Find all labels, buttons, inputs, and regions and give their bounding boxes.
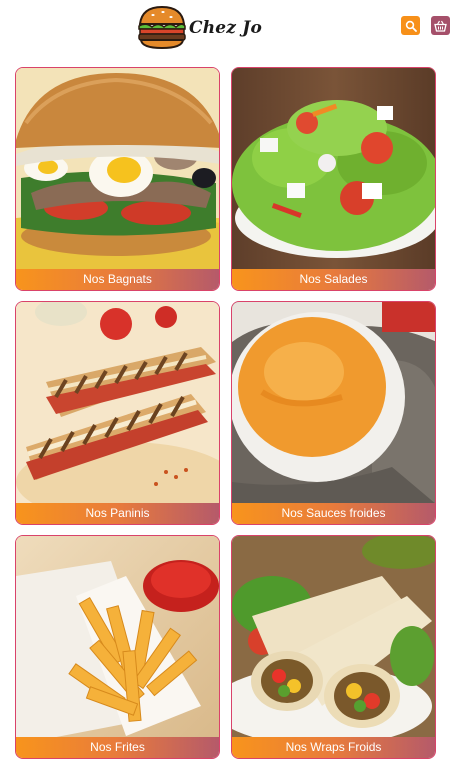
category-label: Nos Paninis xyxy=(16,503,219,524)
category-label: Nos Sauces froides xyxy=(232,503,435,524)
cart-button[interactable] xyxy=(431,16,450,35)
category-label: Nos Frites xyxy=(16,737,219,758)
category-label: Nos Wraps Froids xyxy=(232,737,435,758)
category-card-wraps-froids[interactable]: Nos Wraps Froids xyxy=(231,535,436,759)
orange-sauce-photo xyxy=(232,302,435,505)
wraps-photo xyxy=(232,536,435,739)
category-label: Nos Bagnats xyxy=(16,269,219,290)
burger-logo-icon xyxy=(136,4,188,50)
salad-bowl-photo xyxy=(232,68,435,271)
search-icon xyxy=(405,20,417,32)
fries-photo xyxy=(16,536,219,739)
bagnat-sandwich-photo xyxy=(16,68,219,271)
brand-name: Chez Jo xyxy=(189,18,263,38)
category-label: Nos Salades xyxy=(232,269,435,290)
panini-photo xyxy=(16,302,219,505)
brand-logo[interactable]: Chez Jo xyxy=(136,4,262,50)
app-header: Chez Jo xyxy=(0,0,453,56)
category-card-frites[interactable]: Nos Frites xyxy=(15,535,220,759)
category-card-paninis[interactable]: Nos Paninis xyxy=(15,301,220,525)
category-card-bagnats[interactable]: Nos Bagnats xyxy=(15,67,220,291)
category-card-salades[interactable]: Nos Salades xyxy=(231,67,436,291)
basket-icon xyxy=(434,20,447,32)
search-button[interactable] xyxy=(401,16,420,35)
category-card-sauces-froides[interactable]: Nos Sauces froides xyxy=(231,301,436,525)
